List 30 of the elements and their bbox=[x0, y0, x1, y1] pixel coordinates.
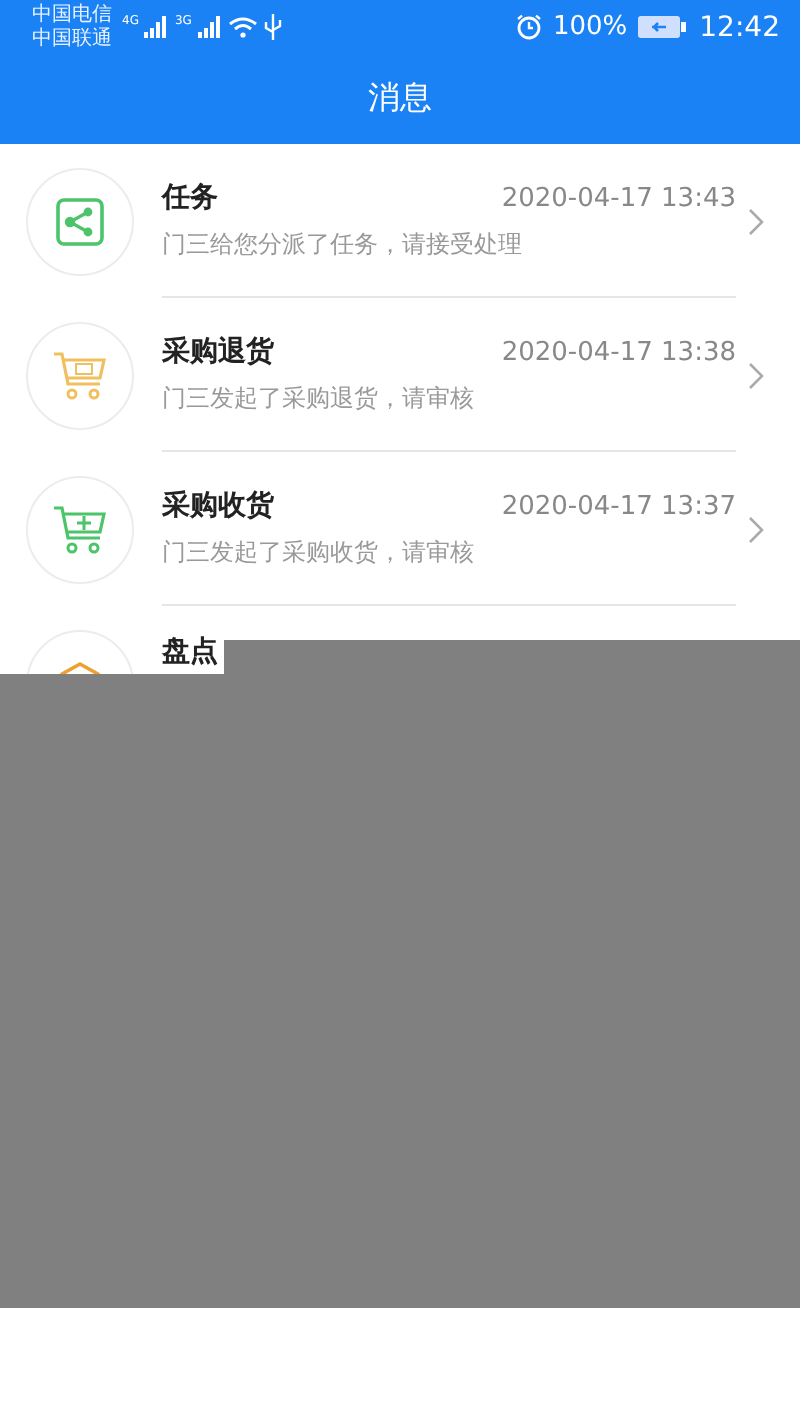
alarm-icon bbox=[516, 14, 543, 40]
signal-icon bbox=[197, 16, 222, 38]
cart-icon bbox=[52, 349, 108, 401]
message-item[interactable]: 任务 2020-04-17 13:43 门三给您分派了任务，请接受处理 bbox=[0, 144, 800, 298]
chevron-right-icon bbox=[748, 515, 764, 543]
carrier-label: 中国电信 bbox=[32, 3, 112, 27]
message-title: 任务 bbox=[162, 179, 218, 215]
cart-plus-icon bbox=[52, 503, 108, 555]
battery-percent: 100% bbox=[552, 12, 628, 42]
message-item[interactable]: 采购退货 2020-04-17 13:38 门三发起了采购退货，请审核 bbox=[0, 298, 800, 452]
message-title: 盘点 bbox=[162, 634, 218, 670]
carrier-label: 中国联通 bbox=[32, 27, 112, 51]
share-icon bbox=[56, 197, 104, 245]
message-title: 采购收货 bbox=[162, 487, 274, 523]
signal-icon bbox=[144, 16, 169, 38]
message-text: 门三发起了采购收货，请审核 bbox=[162, 535, 476, 569]
page-title: 消息 bbox=[368, 78, 432, 120]
battery-icon bbox=[637, 16, 686, 38]
message-time: 2020-04-17 13:43 bbox=[501, 183, 736, 213]
usb-icon bbox=[263, 14, 282, 40]
clock-time: 12:42 bbox=[699, 11, 780, 43]
wifi-icon bbox=[227, 16, 258, 38]
message-text: 门三给您分派了任务，请接受处理 bbox=[162, 227, 524, 261]
message-item[interactable]: 采购收货 2020-04-17 13:37 门三发起了采购收货，请审核 bbox=[0, 452, 800, 606]
chevron-right-icon bbox=[748, 207, 764, 235]
message-text: 门三发起了采购退货，请审核 bbox=[162, 381, 476, 415]
message-title: 采购退货 bbox=[162, 333, 274, 369]
chevron-right-icon bbox=[748, 361, 764, 389]
message-time: 2020-04-17 13:37 bbox=[501, 491, 736, 521]
message-time: 2020-04-17 13:38 bbox=[501, 337, 736, 367]
